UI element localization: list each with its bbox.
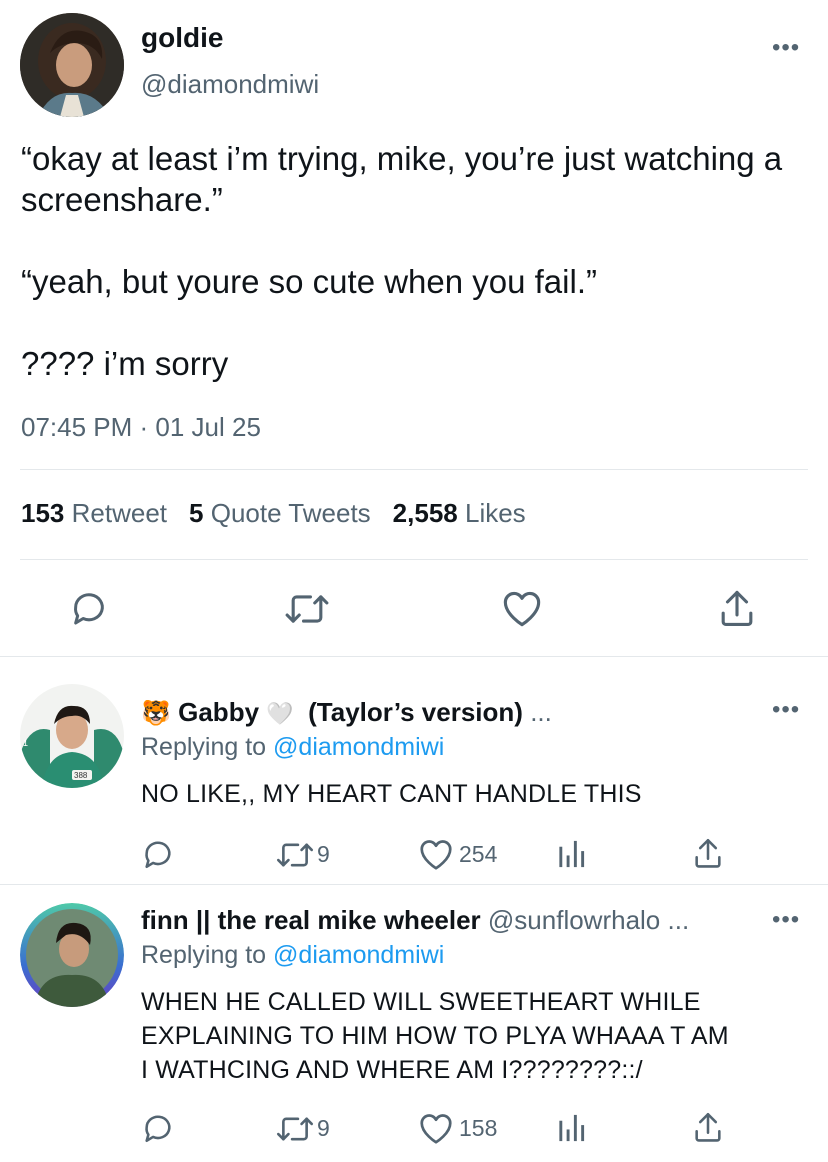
reply-author-display-name: Gabby bbox=[178, 697, 260, 727]
share-icon[interactable] bbox=[692, 1110, 724, 1144]
retweet-count: 9 bbox=[317, 841, 330, 867]
divider bbox=[0, 656, 828, 657]
reply-text: NO LIKE,, MY HEART CANT HANDLE THIS bbox=[141, 780, 642, 808]
quotes-label: Quote Tweets bbox=[210, 498, 371, 528]
reply-author-display-name: finn || the real mike wheeler bbox=[141, 905, 481, 935]
white-heart-emoji: 🤍 bbox=[266, 701, 294, 726]
likes-count: 2,558 bbox=[392, 498, 458, 528]
reply-avatar[interactable]: 388 1 bbox=[20, 684, 124, 788]
avatar-number-badge: 388 bbox=[74, 771, 88, 780]
heart-icon[interactable] bbox=[501, 588, 543, 628]
author-name[interactable]: goldie bbox=[141, 22, 223, 54]
reply-author-name[interactable]: 🐯 Gabby 🤍 (Taylor’s version) ... bbox=[141, 697, 552, 728]
author-handle[interactable]: @diamondmiwi bbox=[141, 69, 319, 100]
reply-icon[interactable] bbox=[141, 1111, 175, 1145]
likes-label: Likes bbox=[464, 498, 526, 528]
retweet-icon[interactable] bbox=[276, 1113, 314, 1145]
retweets-stat[interactable]: 153 Retweet bbox=[21, 498, 167, 528]
replying-to-label: Replying to bbox=[141, 733, 267, 761]
avatar-number-badge-left: 1 bbox=[23, 738, 28, 748]
share-icon[interactable] bbox=[692, 836, 724, 870]
retweet-icon[interactable] bbox=[276, 839, 314, 871]
quotes-stat[interactable]: 5 Quote Tweets bbox=[189, 498, 371, 528]
tiger-emoji: 🐯 bbox=[141, 700, 171, 727]
reply-author-suffix: (Taylor’s version) bbox=[308, 697, 523, 727]
reply-more-options-button[interactable]: ••• bbox=[772, 698, 800, 722]
retweets-count: 153 bbox=[21, 498, 65, 528]
reply-avatar[interactable] bbox=[20, 903, 124, 1007]
heart-icon[interactable] bbox=[418, 1111, 454, 1145]
author-avatar[interactable] bbox=[20, 13, 124, 117]
tweet-text: “okay at least i’m trying, mike, you’re … bbox=[21, 140, 783, 382]
heart-icon[interactable] bbox=[418, 837, 454, 871]
analytics-icon[interactable] bbox=[556, 838, 586, 870]
divider bbox=[0, 884, 828, 885]
divider bbox=[20, 469, 808, 470]
more-options-button[interactable]: ••• bbox=[772, 36, 800, 60]
like-count: 254 bbox=[459, 841, 498, 867]
reply-text: WHEN HE CALLED WILL SWEETHEART WHILE EXP… bbox=[141, 988, 729, 1084]
reply-author-name[interactable]: finn || the real mike wheeler @sunflowrh… bbox=[141, 905, 689, 936]
tweet-stats: 153 Retweet 5 Quote Tweets 2,558 Likes bbox=[21, 498, 526, 529]
retweets-label: Retweet bbox=[71, 498, 168, 528]
retweet-count: 9 bbox=[317, 1115, 330, 1141]
replying-to: Replying to @diamondmiwi bbox=[141, 941, 444, 970]
tweet-timestamp[interactable]: 07:45 PM · 01 Jul 25 bbox=[21, 412, 261, 443]
quotes-count: 5 bbox=[189, 498, 204, 528]
retweet-icon[interactable] bbox=[284, 590, 330, 628]
reply-icon[interactable] bbox=[69, 588, 109, 628]
replying-to: Replying to @diamondmiwi bbox=[141, 733, 444, 762]
replying-to-handle[interactable]: @diamondmiwi bbox=[273, 733, 444, 761]
reply-handle-truncated: ... bbox=[530, 697, 552, 727]
reply-more-options-button[interactable]: ••• bbox=[772, 908, 800, 932]
divider bbox=[20, 559, 808, 560]
share-icon[interactable] bbox=[718, 587, 756, 629]
replying-to-label: Replying to bbox=[141, 941, 267, 969]
reply-icon[interactable] bbox=[141, 837, 175, 871]
like-count: 158 bbox=[459, 1115, 498, 1141]
analytics-icon[interactable] bbox=[556, 1112, 586, 1144]
reply-author-handle: @sunflowrhalo ... bbox=[487, 905, 690, 935]
likes-stat[interactable]: 2,558 Likes bbox=[393, 498, 526, 528]
replying-to-handle[interactable]: @diamondmiwi bbox=[273, 941, 444, 969]
